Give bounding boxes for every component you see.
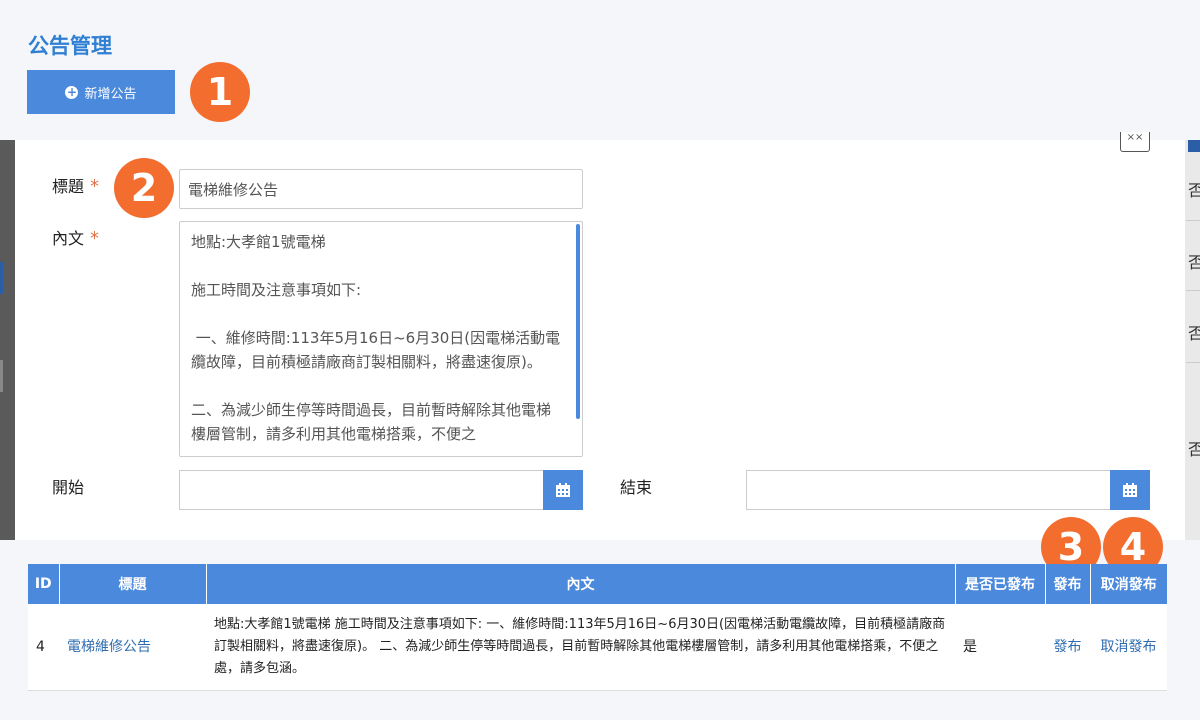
background-right-header <box>1188 140 1200 152</box>
start-date-input[interactable] <box>179 470 543 510</box>
header-content: 內文 <box>206 564 956 604</box>
calendar-icon <box>556 483 570 497</box>
background-table-cell: 否 <box>1188 181 1200 200</box>
calendar-icon <box>1123 483 1137 497</box>
end-date-input[interactable] <box>746 470 1110 510</box>
page-header-area <box>0 0 1200 140</box>
row-publish-link[interactable]: 發布 <box>1045 604 1090 691</box>
table-row: 4 電梯維修公告 地點:大孝館1號電梯 施工時間及注意事項如下: 一、維修時間:… <box>28 604 1167 691</box>
required-mark: * <box>90 176 100 197</box>
content-field-label: 內文 * <box>52 225 99 249</box>
end-calendar-button[interactable] <box>1110 470 1150 510</box>
table-header-row: ID 標題 內文 是否已發布 發布 取消發布 <box>28 564 1167 604</box>
add-announcement-label: 新增公告 <box>84 86 137 102</box>
step-badge-2: 2 <box>114 158 174 218</box>
background-row-divider <box>1186 362 1200 363</box>
background-table-cell: 否 <box>1188 324 1200 343</box>
header-published: 是否已發布 <box>955 564 1046 604</box>
content-scrollbar[interactable] <box>576 224 580 419</box>
close-icon[interactable]: ×× <box>1120 132 1150 152</box>
end-date-label: 結束 <box>620 478 653 497</box>
background-table-cell: 否 <box>1188 440 1200 459</box>
header-title: 標題 <box>59 564 207 604</box>
row-title-link[interactable]: 電梯維修公告 <box>59 604 206 691</box>
background-table-cell: 否 <box>1188 253 1200 272</box>
title-label-text: 標題 <box>52 177 85 196</box>
background-left-marker <box>0 262 3 294</box>
start-date-label: 開始 <box>52 478 85 497</box>
step-badge-1: 1 <box>190 62 250 122</box>
title-field-label: 標題 * <box>52 173 99 197</box>
header-id: ID <box>28 564 60 604</box>
row-published-status: 是 <box>955 604 1045 691</box>
content-textarea-text: 地點:大孝館1號電梯 施工時間及注意事項如下: 一、維修時間:113年5月16日… <box>191 233 561 443</box>
announcement-table: ID 標題 內文 是否已發布 發布 取消發布 4 電梯維修公告 地點:大孝館1號… <box>28 564 1167 691</box>
header-publish: 發布 <box>1045 564 1091 604</box>
add-announcement-button[interactable]: + 新增公告 <box>27 70 175 114</box>
background-row-divider <box>1186 220 1200 221</box>
background-row-divider <box>1186 290 1200 291</box>
row-unpublish-link[interactable]: 取消發布 <box>1090 604 1167 691</box>
row-content: 地點:大孝館1號電梯 施工時間及注意事項如下: 一、維修時間:113年5月16日… <box>206 604 955 691</box>
required-mark: * <box>90 228 100 249</box>
page-title: 公告管理 <box>28 34 112 58</box>
title-input[interactable] <box>179 169 583 209</box>
background-left-marker <box>0 360 3 392</box>
content-label-text: 內文 <box>52 229 85 248</box>
plus-circle-icon: + <box>65 84 79 99</box>
start-calendar-button[interactable] <box>543 470 583 510</box>
header-unpublish: 取消發布 <box>1090 564 1167 604</box>
content-textarea[interactable]: 地點:大孝館1號電梯 施工時間及注意事項如下: 一、維修時間:113年5月16日… <box>179 221 583 457</box>
row-id: 4 <box>28 604 59 691</box>
background-left-strip <box>0 140 15 540</box>
